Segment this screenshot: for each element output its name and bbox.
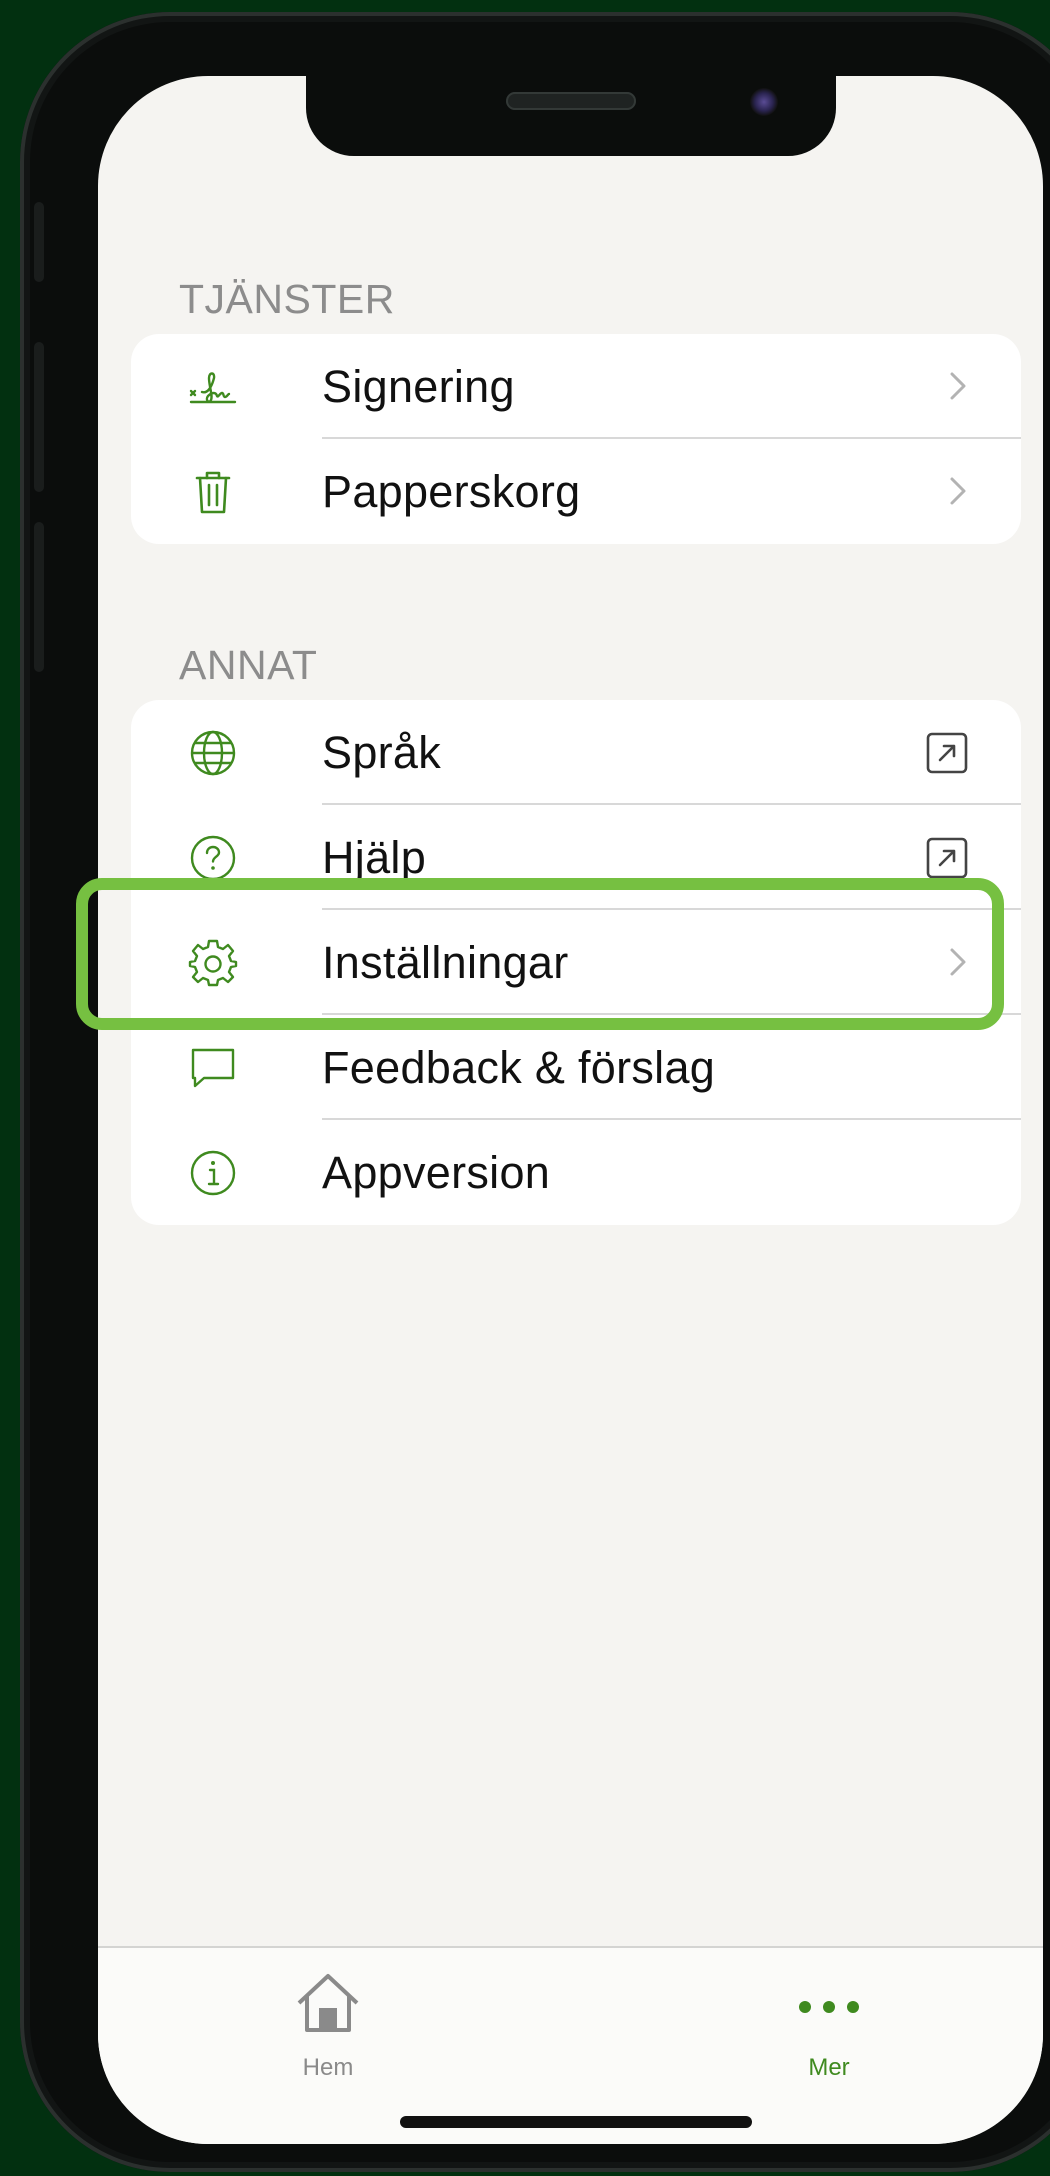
list-item-label: Språk: [322, 727, 442, 778]
list-item-label: Feedback & förslag: [322, 1042, 716, 1093]
front-camera: [750, 88, 778, 116]
home-icon: [297, 1974, 359, 2032]
notch: [306, 76, 836, 156]
card-tjanster: Signering Papperskorg: [131, 334, 1021, 544]
volume-up-button: [34, 342, 44, 492]
gear-icon: [188, 939, 238, 987]
chevron-right-icon: [950, 372, 966, 400]
tab-label: Mer: [808, 2054, 850, 2081]
help-circle-icon: [190, 835, 236, 881]
chevron-right-icon: [950, 477, 966, 505]
list-item-installningar[interactable]: Inställningar: [131, 910, 1021, 1015]
tab-hem[interactable]: Hem: [258, 1962, 398, 2082]
external-link-icon: [926, 837, 968, 879]
list-item-label: Appversion: [322, 1147, 551, 1198]
home-indicator: [400, 2116, 752, 2128]
signature-icon: [189, 372, 237, 404]
volume-down-button: [34, 522, 44, 672]
list-item-label: Papperskorg: [322, 466, 581, 517]
tab-bar: Hem Mer: [98, 1946, 1043, 2144]
phone-frame: TJÄNSTER Signering Papperskorg ANNAT Spr…: [20, 12, 1050, 2172]
external-link-icon: [926, 732, 968, 774]
list-item-hjalp[interactable]: Hjälp: [131, 805, 1021, 910]
chat-bubble-icon: [191, 1048, 235, 1088]
tab-mer[interactable]: Mer: [759, 1962, 899, 2082]
trash-icon: [195, 471, 231, 514]
list-item-label: Signering: [322, 361, 515, 412]
section-header-tjanster: TJÄNSTER: [179, 276, 395, 322]
speaker: [506, 92, 636, 110]
list-item-signering[interactable]: Signering: [131, 334, 1021, 439]
card-annat: Språk Hjälp Inställningar Feedback & för…: [131, 700, 1021, 1225]
list-item-papperskorg[interactable]: Papperskorg: [131, 439, 1021, 544]
screen: TJÄNSTER Signering Papperskorg ANNAT Spr…: [98, 76, 1043, 2144]
tab-label: Hem: [302, 2054, 354, 2081]
list-item-label: Hjälp: [322, 832, 427, 883]
list-item-sprak[interactable]: Språk: [131, 700, 1021, 805]
section-header-annat: ANNAT: [179, 642, 318, 688]
chevron-right-icon: [950, 948, 966, 976]
info-icon: [190, 1150, 236, 1196]
list-item-label: Inställningar: [322, 937, 569, 988]
list-item-feedback[interactable]: Feedback & förslag: [131, 1015, 1021, 1120]
globe-icon: [190, 730, 236, 776]
more-dots-icon: [799, 2001, 859, 2013]
list-item-appversion[interactable]: Appversion: [131, 1120, 1021, 1225]
mute-switch: [34, 202, 44, 282]
